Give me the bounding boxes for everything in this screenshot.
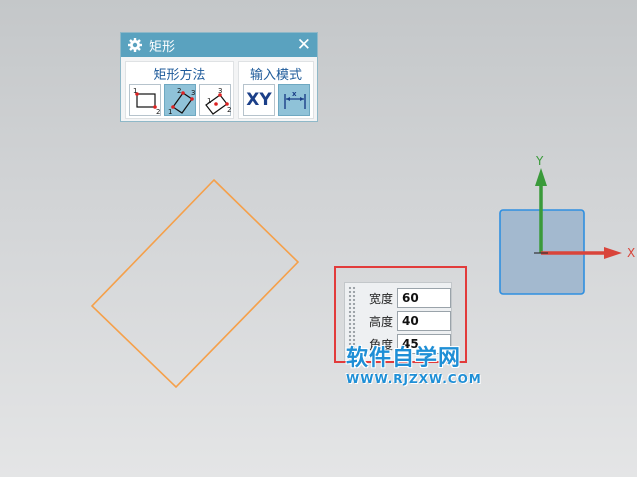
- view-triad[interactable]: Y X: [490, 150, 637, 300]
- svg-text:1: 1: [168, 108, 172, 116]
- y-axis-label: Y: [535, 154, 544, 168]
- xy-mode-label: XY: [246, 90, 272, 110]
- xy-mode-button[interactable]: XY: [243, 84, 275, 116]
- watermark-url: WWW.RJZXW.COM: [346, 372, 482, 386]
- y-axis-arrow: [535, 168, 547, 186]
- x-axis-arrow: [604, 247, 622, 259]
- svg-text:3: 3: [218, 87, 222, 95]
- parameter-mode-icon: x: [284, 90, 306, 109]
- x-axis-label: X: [627, 246, 635, 260]
- input-mode-group: 输入模式 XY x: [238, 61, 314, 119]
- two-point-rectangle-button[interactable]: 12: [129, 84, 161, 116]
- dialog-title: 矩形: [149, 39, 176, 55]
- svg-text:x: x: [292, 90, 297, 98]
- svg-text:1: 1: [133, 87, 137, 95]
- center-rectangle-icon: 13 2: [205, 87, 231, 115]
- svg-text:2: 2: [156, 108, 160, 116]
- svg-text:2: 2: [177, 87, 181, 95]
- parameter-mode-button[interactable]: x: [278, 84, 310, 116]
- three-point-rectangle-button[interactable]: 1 2 3: [164, 84, 196, 116]
- dialog-titlebar[interactable]: 矩形 ✕: [121, 33, 317, 57]
- watermark: 软件自学网 WWW.RJZXW.COM: [346, 340, 496, 386]
- close-icon[interactable]: ✕: [297, 35, 311, 55]
- svg-text:1: 1: [207, 97, 211, 105]
- gear-icon[interactable]: [127, 37, 143, 53]
- two-point-rectangle-icon: 12: [133, 87, 160, 116]
- center-rectangle-button[interactable]: 13 2: [199, 84, 231, 116]
- rectangle-dialog: 矩形 ✕ 矩形方法 12 123 132 输入模式 XY x: [120, 32, 318, 122]
- watermark-title: 软件自学网: [346, 346, 462, 371]
- svg-text:3: 3: [191, 89, 195, 97]
- rectangle-method-group: 矩形方法 12 123 132: [125, 61, 234, 119]
- sketched-rectangle[interactable]: [90, 178, 300, 389]
- input-mode-label: 输入模式: [249, 68, 302, 83]
- svg-text:2: 2: [227, 106, 231, 114]
- rectangle-method-label: 矩形方法: [153, 68, 206, 83]
- three-point-rectangle-icon: 1 2 3: [168, 87, 195, 116]
